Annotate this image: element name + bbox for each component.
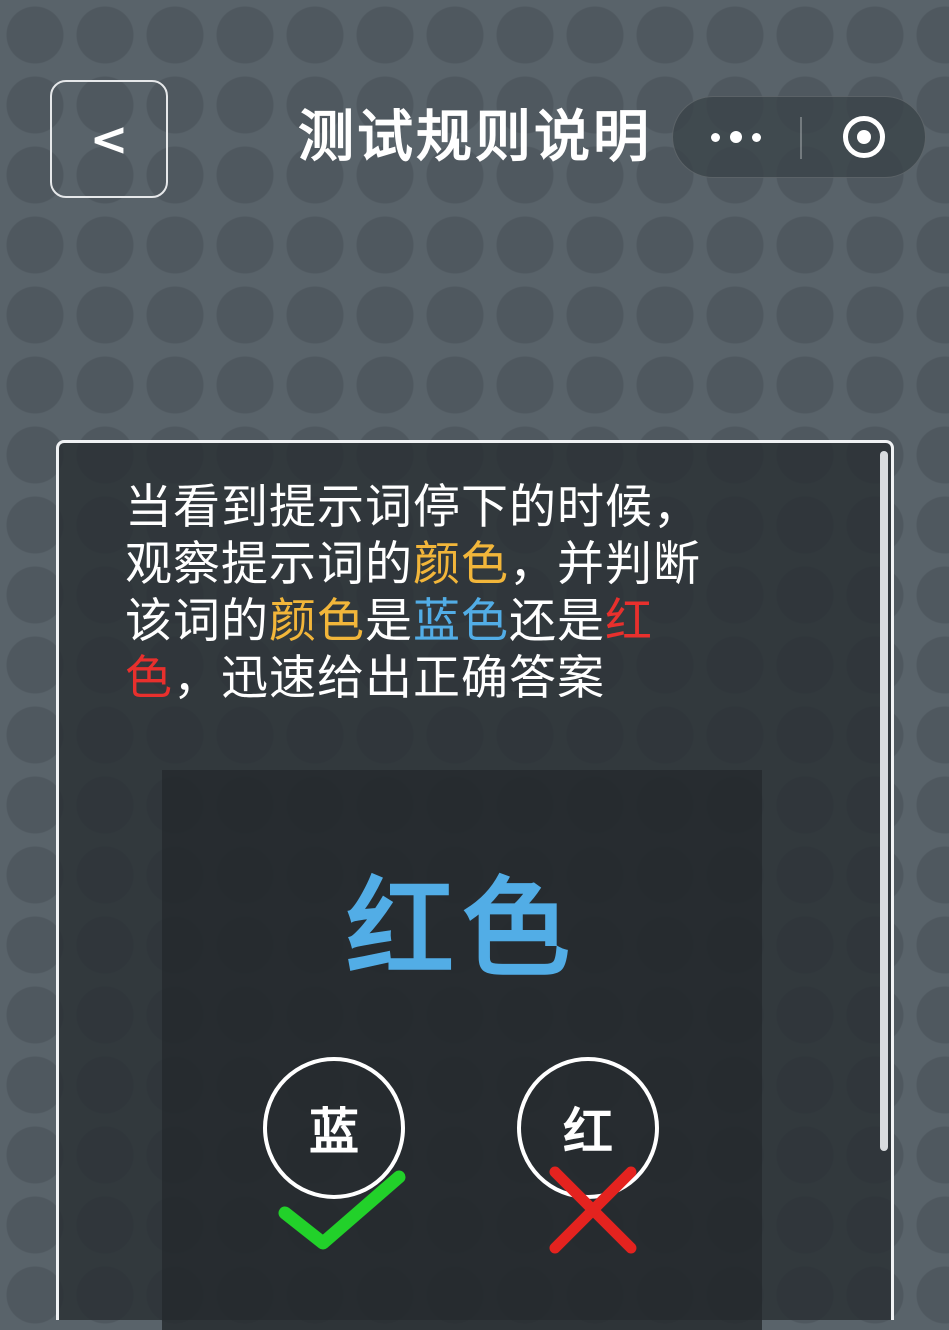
choice-blue-label: 蓝	[309, 1103, 359, 1161]
choice-red-label: 红	[563, 1103, 613, 1161]
scrollbar[interactable]	[880, 451, 888, 1151]
rules-text: 当看到提示词停下的时候， 观察提示词的颜色，并判断 该词的颜色是蓝色还是红 色，…	[125, 479, 805, 707]
rules-line-2: 观察提示词的颜色，并判断	[125, 537, 701, 592]
more-button[interactable]	[673, 97, 799, 177]
rules-line-1: 当看到提示词停下的时候，	[125, 480, 701, 535]
check-icon	[278, 1170, 406, 1250]
more-dots-icon	[711, 132, 720, 142]
cross-icon	[549, 1166, 637, 1254]
page-title: 测试规则说明	[298, 105, 652, 170]
highlight-red-word: 色	[125, 651, 173, 706]
prompt-word: 红色	[345, 867, 578, 992]
highlight-color-word: 颜色	[269, 594, 365, 649]
close-button[interactable]	[801, 97, 927, 177]
back-button[interactable]: <	[50, 80, 168, 198]
back-label: <	[89, 112, 129, 166]
example-box: 红色 蓝 红	[162, 770, 762, 1330]
rules-panel: 当看到提示词停下的时候， 观察提示词的颜色，并判断 该词的颜色是蓝色还是红 色，…	[56, 440, 894, 1330]
target-circle-icon	[843, 116, 885, 158]
highlight-color-word: 颜色	[413, 537, 509, 592]
rules-line-4: 色，迅速给出正确答案	[125, 651, 605, 706]
highlight-red-word: 红	[605, 594, 653, 649]
rules-line-3: 该词的颜色是蓝色还是红	[125, 594, 653, 649]
highlight-blue-word: 蓝色	[413, 594, 509, 649]
mini-program-capsule	[672, 96, 926, 178]
